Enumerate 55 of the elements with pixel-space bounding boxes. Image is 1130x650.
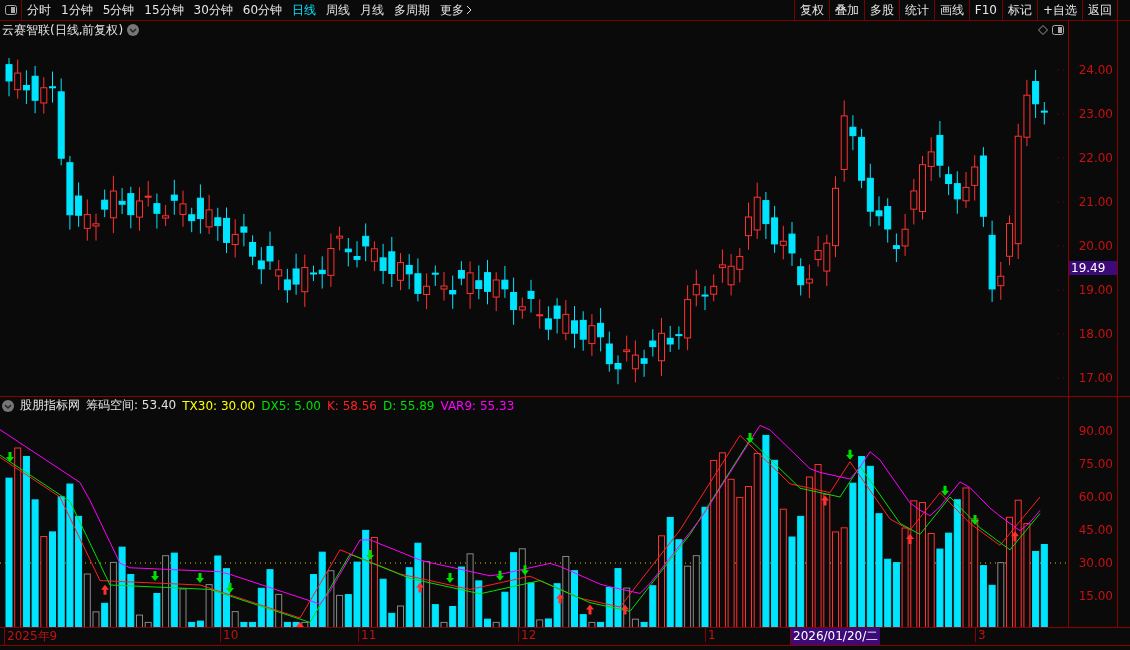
indicator-value: K: 58.56 xyxy=(326,398,377,413)
price-tick: 23.00 xyxy=(1078,107,1113,121)
indicator-tick: 90.00 xyxy=(1078,424,1113,438)
price-tick: 20.00 xyxy=(1078,239,1113,253)
toolbar-button[interactable]: F10 xyxy=(968,0,1002,20)
toolbar-button[interactable]: 多股 xyxy=(863,0,899,20)
toolbar-button[interactable]: 标记 xyxy=(1001,0,1037,20)
panel-icon xyxy=(4,5,17,15)
indicator-value: 筹码空间: 53.40 xyxy=(86,397,177,415)
date-label: 12 xyxy=(518,628,539,642)
diamond-icon[interactable] xyxy=(1038,25,1048,35)
toolbar-button[interactable]: 复权 xyxy=(793,0,829,20)
toolbar-button[interactable]: 叠加 xyxy=(828,0,864,20)
price-tick: 21.00 xyxy=(1078,195,1113,209)
indicator-tick: 45.00 xyxy=(1078,523,1113,537)
toolbar-button[interactable]: +自选 xyxy=(1036,0,1082,20)
period-tab[interactable]: 多周期 xyxy=(389,0,436,20)
date-label: 1 xyxy=(705,628,718,642)
price-tick: 18.00 xyxy=(1078,327,1113,341)
date-label: 2025年9 xyxy=(4,628,60,645)
toolbar-button[interactable]: 画线 xyxy=(933,0,969,20)
chart-title: 云赛智联(日线,前复权) xyxy=(2,21,124,39)
indicator-value: VAR9: 55.33 xyxy=(440,398,515,413)
panel-icon[interactable] xyxy=(1052,25,1064,35)
period-tab[interactable]: 分时 xyxy=(22,0,56,20)
price-tick: 19.00 xyxy=(1078,283,1113,297)
period-tab[interactable]: 月线 xyxy=(355,0,390,20)
period-tab[interactable]: 日线 xyxy=(287,0,322,20)
period-tab[interactable]: 周线 xyxy=(321,0,356,20)
period-tab[interactable]: 15分钟 xyxy=(139,0,189,20)
indicator-tick: 15.00 xyxy=(1078,589,1113,603)
chevron-right-icon xyxy=(466,5,473,15)
date-label: 11 xyxy=(358,628,379,642)
dropdown-icon[interactable] xyxy=(127,24,140,36)
date-label: 3 xyxy=(975,628,988,642)
period-tab[interactable]: 30分钟 xyxy=(188,0,238,20)
indicator-value: TX30: 30.00 xyxy=(182,398,256,413)
date-label: 2026/01/20/二 xyxy=(790,628,881,645)
date-label: 10 xyxy=(220,628,241,642)
dropdown-icon[interactable] xyxy=(2,399,14,412)
indicator-tick: 60.00 xyxy=(1078,490,1113,504)
price-tick: 22.00 xyxy=(1078,151,1113,165)
indicator-value: D: 55.89 xyxy=(383,398,435,413)
period-tab[interactable]: 5分钟 xyxy=(97,0,140,20)
period-tab[interactable]: 1分钟 xyxy=(56,0,98,20)
indicator-tick: 75.00 xyxy=(1078,457,1113,471)
toolbar-button[interactable]: 统计 xyxy=(898,0,934,20)
indicator-tick: 30.00 xyxy=(1078,556,1113,570)
indicator-value: DX5: 5.00 xyxy=(261,398,321,413)
indicator-name: 股朋指标网 xyxy=(20,397,80,415)
period-tab[interactable]: 60分钟 xyxy=(237,0,288,20)
current-price-tag: 19.49 xyxy=(1069,261,1117,276)
more-button[interactable]: 更多 xyxy=(435,0,478,20)
price-tick: 17.00 xyxy=(1078,371,1113,385)
price-tick: 24.00 xyxy=(1078,63,1113,77)
